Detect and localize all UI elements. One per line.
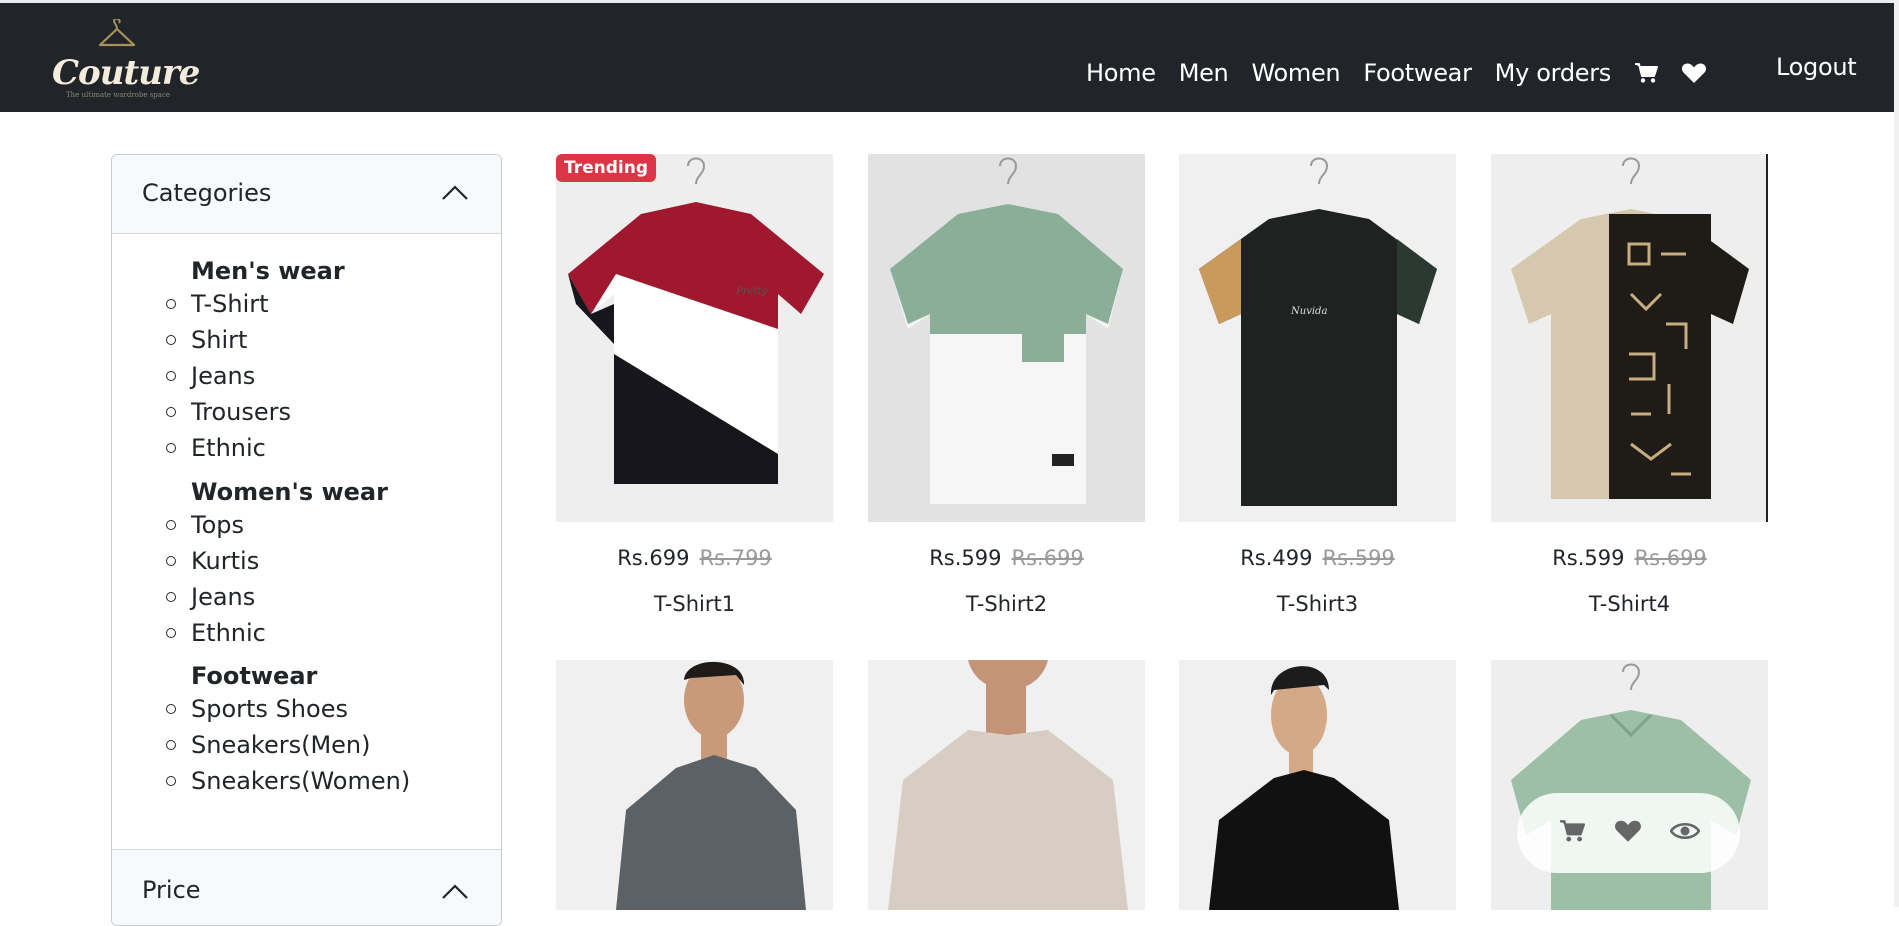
price-line: Rs.499 Rs.599 xyxy=(1179,546,1456,570)
category-label: Jeans xyxy=(191,583,256,611)
current-price: Rs.699 xyxy=(617,546,690,570)
product-image-shirt3[interactable] xyxy=(1179,660,1456,910)
original-price: Rs.599 xyxy=(1322,546,1395,570)
group-footwear[interactable]: Footwear xyxy=(191,662,317,690)
product-card[interactable]: Nuvida Rs.499 Rs.599 T-Shirt3 xyxy=(1179,154,1456,616)
trending-badge: Trending xyxy=(556,154,657,182)
svg-text:Pretty: Pretty xyxy=(735,286,767,297)
nav-my-orders[interactable]: My orders xyxy=(1495,59,1612,87)
main-nav: Home Men Women Footwear My orders xyxy=(1086,55,1730,91)
category-label: Sneakers(Women) xyxy=(191,767,411,795)
product-name[interactable]: T-Shirt3 xyxy=(1179,592,1456,616)
category-label: Trousers xyxy=(191,398,292,426)
category-jeans-men[interactable]: Jeans xyxy=(166,361,255,391)
price-accordion-header[interactable]: Price xyxy=(112,849,501,925)
hanger-icon xyxy=(98,19,136,47)
category-label: Ethnic xyxy=(191,619,266,647)
bullet xyxy=(166,556,176,566)
product-quick-actions xyxy=(1517,793,1740,873)
category-tops[interactable]: Tops xyxy=(166,510,244,540)
category-sports-shoes[interactable]: Sports Shoes xyxy=(166,694,348,724)
bullet xyxy=(166,704,176,714)
filter-sidebar: Categories Men's wear T-Shirt Shirt Jean… xyxy=(111,154,502,926)
categories-title: Categories xyxy=(142,179,272,207)
categories-body: Men's wear T-Shirt Shirt Jeans Trousers … xyxy=(112,234,501,824)
current-price: Rs.599 xyxy=(929,546,1002,570)
product-image-tshirt3[interactable]: Nuvida xyxy=(1179,154,1456,522)
cart-icon[interactable] xyxy=(1559,819,1585,843)
nav-women[interactable]: Women xyxy=(1251,59,1340,87)
category-kurtis[interactable]: Kurtis xyxy=(166,546,259,576)
bullet xyxy=(166,628,176,638)
bullet xyxy=(166,776,176,786)
bullet xyxy=(166,592,176,602)
product-image-shirt1[interactable] xyxy=(556,660,833,910)
logout-link[interactable]: Logout xyxy=(1776,53,1857,81)
current-price: Rs.499 xyxy=(1240,546,1313,570)
product-card[interactable] xyxy=(1179,660,1456,910)
product-name[interactable]: T-Shirt1 xyxy=(556,592,833,616)
eye-icon[interactable] xyxy=(1670,821,1700,841)
bullet xyxy=(166,740,176,750)
price-line: Rs.599 Rs.699 xyxy=(1491,546,1768,570)
category-sneakers-women[interactable]: Sneakers(Women) xyxy=(166,766,410,796)
bullet xyxy=(166,443,176,453)
original-price: Rs.799 xyxy=(699,546,772,570)
cart-icon[interactable] xyxy=(1634,62,1658,84)
category-label: T-Shirt xyxy=(191,290,269,318)
original-price: Rs.699 xyxy=(1011,546,1084,570)
category-label: Sports Shoes xyxy=(191,695,348,723)
category-label: Shirt xyxy=(191,326,248,354)
category-label: Jeans xyxy=(191,362,256,390)
category-label: Sneakers(Men) xyxy=(191,731,371,759)
chevron-up-icon[interactable] xyxy=(441,884,469,900)
bullet xyxy=(166,335,176,345)
product-image-tshirt2[interactable] xyxy=(868,154,1145,522)
svg-text:Nuvida: Nuvida xyxy=(1290,306,1327,317)
product-card[interactable] xyxy=(556,660,833,910)
category-jeans-women[interactable]: Jeans xyxy=(166,582,255,612)
category-tshirt[interactable]: T-Shirt xyxy=(166,289,269,319)
product-image-shirt2[interactable] xyxy=(868,660,1145,910)
chevron-up-icon[interactable] xyxy=(441,185,469,201)
product-image-tshirt1[interactable]: Pretty Trending xyxy=(556,154,833,522)
heart-icon[interactable] xyxy=(1681,62,1707,84)
bullet xyxy=(166,299,176,309)
current-price: Rs.599 xyxy=(1552,546,1625,570)
product-name[interactable]: T-Shirt4 xyxy=(1491,592,1768,616)
bullet xyxy=(166,371,176,381)
original-price: Rs.699 xyxy=(1634,546,1707,570)
category-label: Kurtis xyxy=(191,547,260,575)
nav-men[interactable]: Men xyxy=(1179,59,1229,87)
navbar: Couture The ultimate wardrobe space Home… xyxy=(0,3,1894,112)
category-label: Tops xyxy=(191,511,245,539)
product-card[interactable]: Pretty Trending Rs.699 Rs.799 T-Shirt1 xyxy=(556,154,833,616)
category-sneakers-men[interactable]: Sneakers(Men) xyxy=(166,730,371,760)
nav-home[interactable]: Home xyxy=(1086,59,1156,87)
category-shirt[interactable]: Shirt xyxy=(166,325,247,355)
nav-footwear[interactable]: Footwear xyxy=(1363,59,1472,87)
product-card[interactable]: Rs.599 Rs.699 T-Shirt4 xyxy=(1491,154,1768,616)
group-womens-wear[interactable]: Women's wear xyxy=(191,478,388,506)
brand-name: Couture xyxy=(52,53,200,93)
categories-accordion-header[interactable]: Categories xyxy=(112,155,501,234)
price-line: Rs.699 Rs.799 xyxy=(556,546,833,570)
scrollbar-track[interactable] xyxy=(1894,0,1899,907)
category-label: Ethnic xyxy=(191,434,266,462)
heart-icon[interactable] xyxy=(1614,819,1642,843)
category-ethnic-men[interactable]: Ethnic xyxy=(166,433,266,463)
product-card[interactable] xyxy=(868,660,1145,910)
bullet xyxy=(166,407,176,417)
product-image-tshirt4[interactable] xyxy=(1491,154,1768,522)
price-line: Rs.599 Rs.699 xyxy=(868,546,1145,570)
bullet xyxy=(166,520,176,530)
price-title: Price xyxy=(142,876,201,904)
product-name[interactable]: T-Shirt2 xyxy=(868,592,1145,616)
category-trousers[interactable]: Trousers xyxy=(166,397,291,427)
product-card[interactable]: Rs.599 Rs.699 T-Shirt2 xyxy=(868,154,1145,616)
brand-tagline: The ultimate wardrobe space xyxy=(65,91,171,99)
group-mens-wear[interactable]: Men's wear xyxy=(191,257,345,285)
category-ethnic-women[interactable]: Ethnic xyxy=(166,618,266,648)
brand-logo[interactable]: Couture The ultimate wardrobe space xyxy=(52,19,200,105)
